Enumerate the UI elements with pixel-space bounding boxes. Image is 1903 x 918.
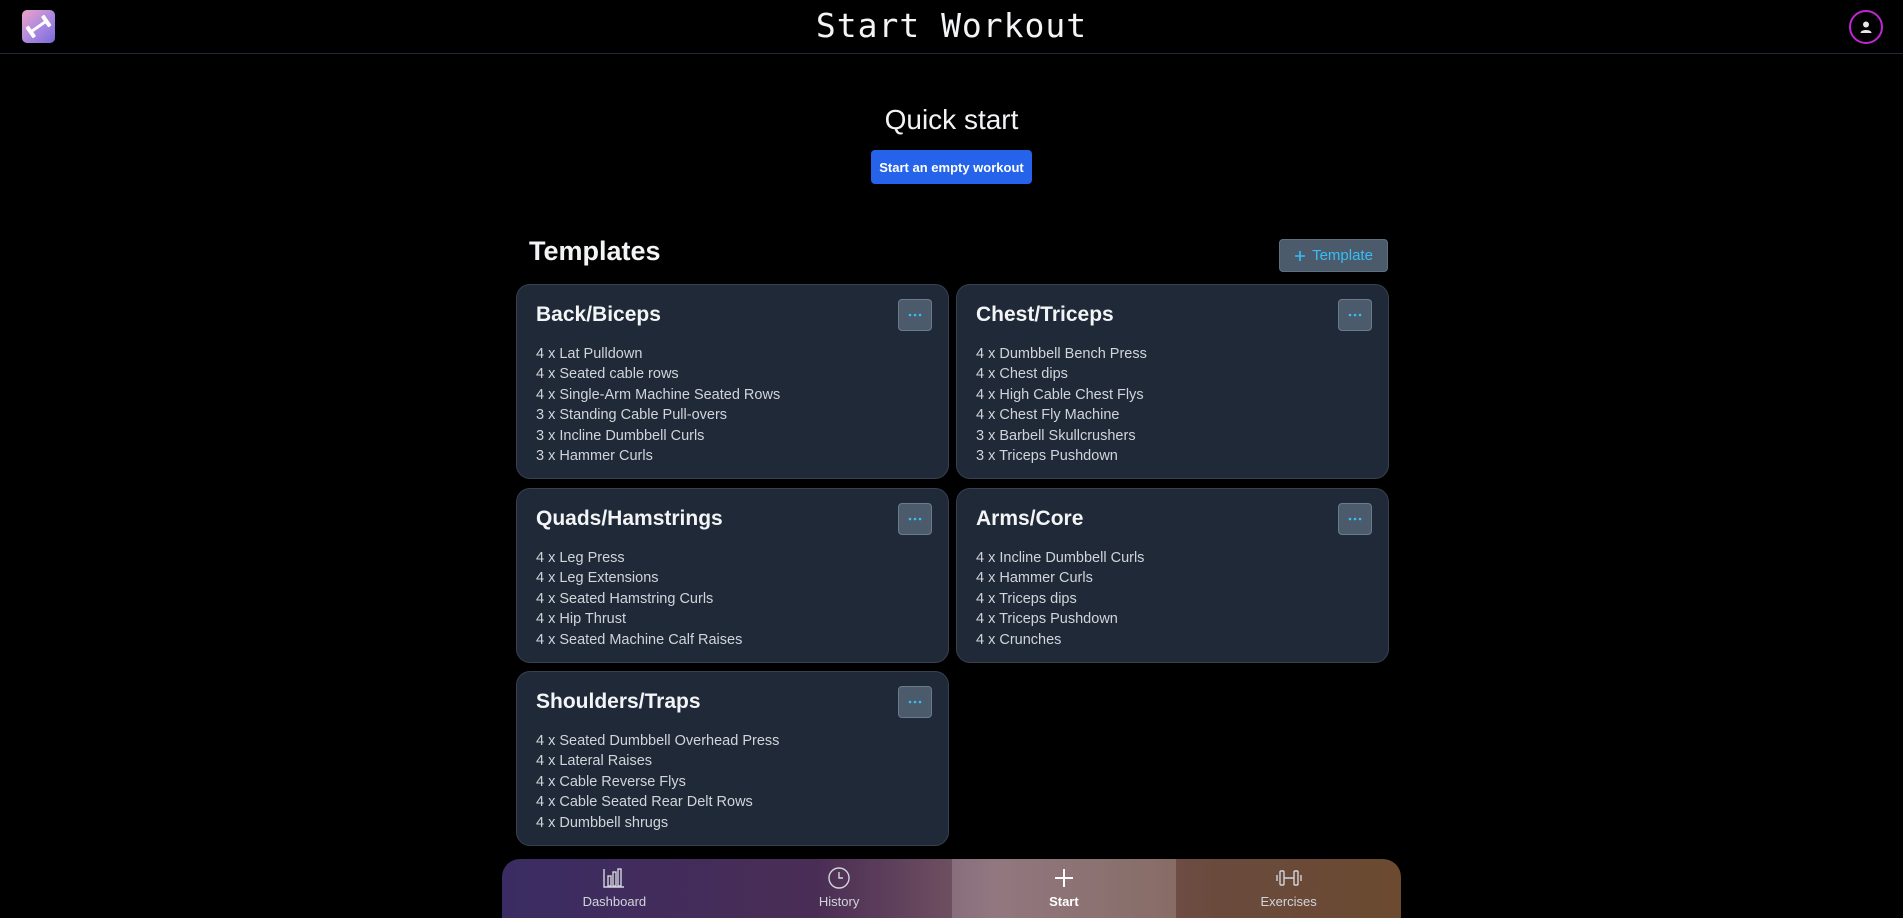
nav-item-start[interactable]: Start	[951, 859, 1177, 918]
bar-chart-icon	[602, 866, 626, 890]
quick-start-title: Quick start	[884, 104, 1019, 135]
dumbbell-icon	[1275, 866, 1302, 890]
page-title: Start Workout	[815, 6, 1088, 45]
start-empty-workout-button[interactable]: Start an empty workout	[871, 150, 1032, 184]
template-card-shoulders-traps[interactable]: Shoulders/Traps 4 x Seated Dumbbell Over…	[516, 671, 949, 846]
template-card-chest-triceps[interactable]: Chest/Triceps 4 x Dumbbell Bench Press 4…	[956, 284, 1389, 479]
more-dots-icon	[908, 700, 922, 704]
exercise-item: 4 x Cable Reverse Flys	[536, 773, 686, 790]
nav-label: Exercises	[1260, 894, 1317, 909]
add-template-label: Template	[1312, 247, 1373, 264]
exercise-item: 4 x Hammer Curls	[976, 570, 1093, 587]
template-card-quads-hamstrings[interactable]: Quads/Hamstrings 4 x Leg Press 4 x Leg E…	[516, 488, 949, 663]
bottom-nav: Dashboard History Start Exercises	[502, 859, 1401, 918]
more-dots-icon	[908, 313, 922, 317]
template-card-title: Back/Biceps	[536, 303, 661, 326]
template-card-title: Chest/Triceps	[976, 303, 1114, 326]
plus-icon	[1053, 866, 1075, 890]
templates-title: Templates	[529, 236, 661, 266]
exercise-item: 4 x High Cable Chest Flys	[976, 386, 1144, 403]
exercise-list: 4 x Seated Dumbbell Overhead Press 4 x L…	[536, 731, 779, 833]
exercise-item: 4 x Triceps Pushdown	[976, 611, 1118, 628]
exercise-item: 3 x Standing Cable Pull-overs	[536, 407, 728, 424]
nav-item-dashboard[interactable]: Dashboard	[502, 859, 727, 918]
nav-item-history[interactable]: History	[727, 859, 952, 918]
more-dots-icon	[908, 517, 922, 521]
exercise-item: 4 x Seated Machine Calf Raises	[536, 631, 743, 648]
clock-icon	[827, 866, 851, 890]
template-card-title: Arms/Core	[976, 507, 1084, 530]
exercise-item: 4 x Hip Thrust	[536, 611, 626, 628]
exercise-list: 4 x Incline Dumbbell Curls 4 x Hammer Cu…	[976, 548, 1144, 650]
template-menu-button[interactable]	[1338, 503, 1372, 535]
exercise-item: 3 x Hammer Curls	[536, 448, 653, 465]
exercise-list: 4 x Leg Press 4 x Leg Extensions 4 x Sea…	[536, 548, 742, 650]
exercise-item: 4 x Lat Pulldown	[536, 346, 643, 362]
exercise-item: 3 x Incline Dumbbell Curls	[536, 427, 705, 444]
exercise-item: 4 x Incline Dumbbell Curls	[976, 550, 1145, 566]
nav-label: Start	[1049, 894, 1079, 909]
template-card-title: Shoulders/Traps	[536, 690, 701, 713]
exercise-item: 4 x Seated Dumbbell Overhead Press	[536, 733, 780, 749]
more-dots-icon	[1348, 313, 1362, 317]
template-menu-button[interactable]	[1338, 299, 1372, 331]
template-card-title: Quads/Hamstrings	[536, 507, 723, 530]
exercise-item: 4 x Dumbbell Bench Press	[976, 346, 1147, 362]
exercise-item: 4 x Single-Arm Machine Seated Rows	[536, 386, 781, 403]
nav-item-exercises[interactable]: Exercises	[1176, 859, 1401, 918]
exercise-item: 3 x Barbell Skullcrushers	[976, 427, 1136, 444]
template-menu-button[interactable]	[898, 686, 932, 718]
exercise-list: 4 x Lat Pulldown 4 x Seated cable rows 4…	[536, 344, 780, 466]
exercise-item: 4 x Chest dips	[976, 366, 1068, 383]
exercise-item: 4 x Seated cable rows	[536, 366, 679, 383]
exercise-item: 4 x Lateral Raises	[536, 753, 653, 770]
exercise-item: 4 x Dumbbell shrugs	[536, 814, 669, 831]
plus-icon	[1295, 250, 1306, 261]
profile-button[interactable]	[1849, 10, 1883, 44]
exercise-item: 3 x Triceps Pushdown	[976, 448, 1118, 465]
more-dots-icon	[1348, 517, 1362, 521]
template-menu-button[interactable]	[898, 299, 932, 331]
nav-label: Dashboard	[582, 894, 647, 909]
exercise-item: 4 x Triceps dips	[976, 590, 1077, 607]
exercise-item: 4 x Seated Hamstring Curls	[536, 590, 714, 607]
add-template-button[interactable]: Template	[1279, 239, 1388, 272]
exercise-list: 4 x Dumbbell Bench Press 4 x Chest dips …	[976, 344, 1147, 466]
nav-label: History	[818, 894, 860, 909]
exercise-item: 4 x Leg Press	[536, 550, 625, 566]
top-bar: Start Workout	[0, 0, 1903, 54]
exercise-item: 4 x Crunches	[976, 631, 1062, 648]
user-icon	[1860, 21, 1872, 33]
template-menu-button[interactable]	[898, 503, 932, 535]
exercise-item: 4 x Leg Extensions	[536, 570, 659, 587]
exercise-item: 4 x Cable Seated Rear Delt Rows	[536, 794, 753, 811]
template-card-arms-core[interactable]: Arms/Core 4 x Incline Dumbbell Curls 4 x…	[956, 488, 1389, 663]
template-card-back-biceps[interactable]: Back/Biceps 4 x Lat Pulldown 4 x Seated …	[516, 284, 949, 479]
exercise-item: 4 x Chest Fly Machine	[976, 407, 1120, 424]
